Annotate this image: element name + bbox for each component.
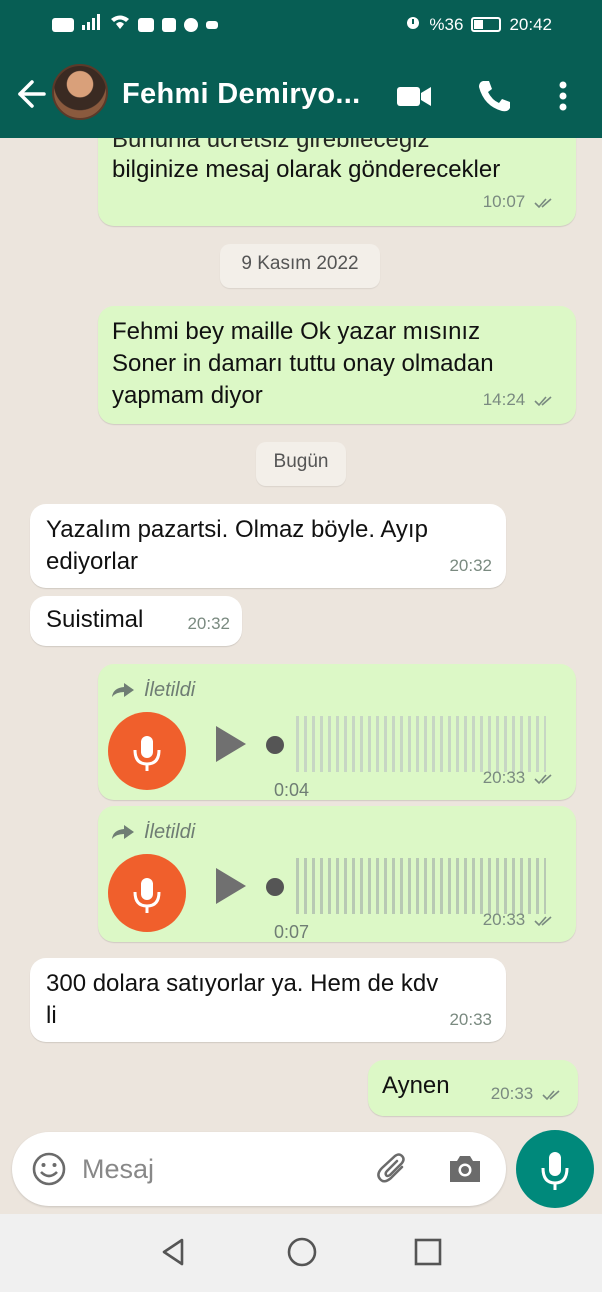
message-time: 20:32	[449, 556, 492, 575]
status-icons-right: %36 20:42	[405, 14, 552, 35]
forwarded-label: İletildi	[110, 674, 195, 706]
more-vertical-icon[interactable]	[548, 76, 578, 116]
forwarded-text: İletildi	[144, 821, 196, 843]
voice-message-outgoing[interactable]: İletildi 0:04 20:33	[98, 664, 576, 800]
message-bubble-incoming[interactable]: 300 dolara satıyorlar ya. Hem de kdv li …	[30, 958, 506, 1042]
contact-name[interactable]: Fehmi Demiryo...	[122, 78, 360, 111]
nav-back-icon[interactable]	[154, 1232, 194, 1272]
forward-arrow-icon	[112, 825, 134, 839]
message-time: 20:33	[482, 910, 526, 929]
microphone-icon	[133, 736, 161, 771]
message-line: ediyorlar	[46, 548, 139, 575]
nav-home-icon[interactable]	[282, 1232, 322, 1272]
double-check-icon	[534, 915, 552, 926]
seek-handle[interactable]	[266, 878, 284, 896]
double-check-icon	[542, 1089, 560, 1100]
forwarded-label: İletildi	[110, 816, 195, 848]
message-time: 20:32	[187, 614, 230, 633]
forward-arrow-icon	[112, 683, 134, 697]
system-nav-bar	[0, 1214, 602, 1292]
message-composer	[12, 1132, 506, 1206]
status-time: 20:42	[509, 14, 552, 34]
battery-percent: %36	[429, 14, 464, 34]
notification-icon-2	[162, 17, 176, 32]
voice-duration: 0:07	[274, 922, 310, 942]
message-time: 14:24	[482, 390, 526, 409]
microphone-icon	[541, 1152, 569, 1190]
message-time: 20:33	[490, 1084, 534, 1103]
status-bar: %36 20:42	[0, 0, 602, 52]
message-line: Yazalım pazartsi. Olmaz böyle. Ayıp	[46, 516, 428, 543]
status-icons-left	[52, 14, 218, 35]
message-line: li	[46, 1002, 57, 1029]
seek-handle[interactable]	[266, 736, 284, 754]
message-text: Suistimal	[46, 606, 144, 633]
date-label: 9 Kasım 2022	[241, 253, 359, 274]
avatar[interactable]	[52, 64, 108, 120]
phone-icon[interactable]	[474, 76, 514, 116]
notification-icon-4	[206, 20, 218, 29]
message-text: bilginize mesaj olarak gönderecekler	[112, 156, 501, 183]
message-line: yapmam diyor	[112, 382, 263, 409]
message-bubble-incoming[interactable]: Suistimal 20:32	[30, 596, 242, 646]
emoji-icon[interactable]	[30, 1150, 68, 1188]
voice-message-outgoing[interactable]: İletildi 0:07 20:33	[98, 806, 576, 942]
message-text: Aynen	[382, 1072, 450, 1099]
paperclip-icon[interactable]	[374, 1150, 412, 1188]
message-line: Fehmi bey maille Ok yazar mısınız	[112, 318, 481, 345]
wifi-icon	[110, 14, 130, 35]
double-check-icon	[534, 395, 552, 406]
play-icon[interactable]	[216, 868, 246, 904]
notification-icon-3	[184, 17, 198, 32]
double-check-icon	[534, 773, 552, 784]
battery-icon	[471, 17, 502, 32]
message-time: 10:07	[482, 192, 526, 211]
notification-icon	[138, 17, 154, 32]
play-icon[interactable]	[216, 726, 246, 762]
chat-header-overlay: Fehmi Demiryo...	[0, 52, 602, 138]
date-divider: Bugün	[256, 442, 346, 486]
message-line: 300 dolara satıyorlar ya. Hem de kdv	[46, 970, 439, 997]
date-divider: 9 Kasım 2022	[220, 244, 380, 288]
message-bubble-outgoing[interactable]: Aynen 20:33	[368, 1060, 578, 1116]
alarm-icon	[405, 14, 421, 35]
message-bubble-incoming[interactable]: Yazalım pazartsi. Olmaz böyle. Ayıp ediy…	[30, 504, 506, 588]
voice-duration: 0:04	[274, 780, 310, 800]
forwarded-text: İletildi	[144, 679, 196, 701]
nav-recents-icon[interactable]	[408, 1232, 448, 1272]
voice-avatar	[108, 854, 186, 932]
message-time: 20:33	[449, 1010, 492, 1029]
camera-icon[interactable]	[446, 1150, 484, 1188]
date-label: Bugün	[273, 451, 329, 472]
signal-icon	[82, 14, 102, 35]
voice-avatar	[108, 712, 186, 790]
volte-icon	[52, 17, 74, 32]
message-line: Soner in damarı tuttu onay olmadan	[112, 350, 494, 377]
microphone-icon	[133, 878, 161, 913]
message-time: 20:33	[482, 768, 526, 787]
double-check-icon	[534, 197, 552, 208]
arrow-left-icon[interactable]	[14, 74, 50, 114]
video-camera-icon[interactable]	[394, 76, 434, 116]
message-bubble-outgoing[interactable]: Fehmi bey maille Ok yazar mısınız Soner …	[98, 306, 576, 424]
record-voice-button[interactable]	[516, 1130, 594, 1208]
message-input[interactable]	[82, 1150, 352, 1188]
